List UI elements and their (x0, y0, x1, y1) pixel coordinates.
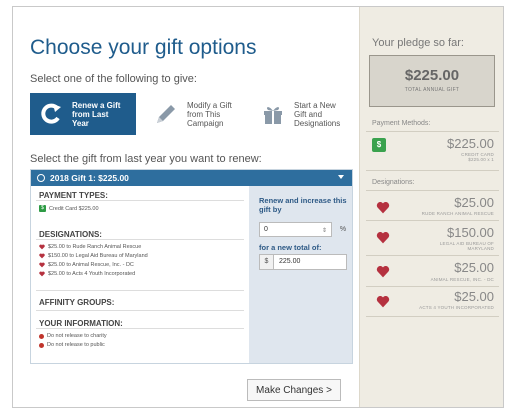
renew-controls: Renew and increase this gift by 0 ⇕ % fo… (249, 186, 352, 363)
main-content: Choose your gift options Select one of t… (13, 7, 359, 407)
heart-icon (39, 244, 45, 250)
designation-amount: $25.00 (454, 195, 494, 210)
designation-name: ANIMAL RESCUE, INC. - DC (430, 277, 494, 282)
designation-item: $150.00 to Legal Aid Bureau of Maryland (39, 253, 148, 259)
info-item: Do not release to public (39, 342, 105, 348)
heart-icon (39, 262, 45, 268)
designation-name: ACTS 4 YOUTH INCORPORATED (419, 305, 494, 310)
new-gift-label: Start a New Gift and Designations (294, 100, 341, 128)
designation-item: $25.00 to Rude Ranch Animal Rescue (39, 244, 141, 250)
make-changes-button[interactable]: Make Changes > (247, 379, 341, 401)
pledge-total-amount: $225.00 (404, 67, 460, 84)
currency-addon: $ (259, 254, 274, 270)
increase-value: 0 (264, 226, 268, 233)
payment-item-text: Credit Card $225.00 (49, 205, 99, 212)
divider (36, 239, 244, 240)
caret-down-icon (338, 175, 344, 179)
heart-icon (376, 201, 390, 214)
payment-methods-heading: Payment Methods: (372, 120, 431, 127)
renew-icon (36, 99, 66, 129)
page-title: Choose your gift options (30, 36, 257, 59)
designation-item: $25.00 to Acts 4 Youth Incorporated (39, 271, 135, 277)
gift-panel-header[interactable]: 2018 Gift 1: $225.00 (31, 170, 352, 186)
designation-text: $25.00 to Acts 4 Youth Incorporated (48, 271, 136, 277)
renew-gift-option[interactable]: Renew a Gift from Last Year (30, 93, 136, 135)
increase-percent-input[interactable]: 0 ⇕ (259, 222, 332, 237)
page-subtitle: Select one of the following to give: (30, 73, 197, 85)
percent-symbol: % (339, 226, 347, 233)
no-icon (39, 333, 44, 339)
designation-name: LEGAL AID BUREAU OF MARYLAND (439, 241, 494, 251)
pledge-sidebar: Your pledge so far: $225.00 TOTAL ANNUAL… (359, 7, 503, 407)
renew-increase-label: Renew and increase this gift by (259, 196, 347, 214)
select-gift-label: Select the gift from last year you want … (30, 153, 262, 165)
designations-heading: Designations: (372, 179, 415, 186)
gift-options-window: Choose your gift options Select one of t… (12, 6, 504, 408)
heart-icon (376, 265, 390, 278)
radio-icon (37, 174, 45, 182)
no-icon (39, 342, 44, 348)
new-total-input[interactable]: 225.00 (274, 254, 347, 270)
designation-amount: $150.00 (447, 225, 494, 240)
divider (366, 170, 499, 171)
divider (36, 328, 244, 329)
designation-text: $25.00 to Animal Rescue, Inc. - DC (48, 262, 134, 268)
pledge-total-box: $225.00 TOTAL ANNUAL GIFT (369, 55, 495, 107)
heart-icon (39, 253, 45, 259)
divider (36, 310, 244, 311)
divider (36, 200, 244, 201)
designation-amount: $25.00 (454, 260, 494, 275)
designation-text: $150.00 to Legal Aid Bureau of Maryland (48, 253, 148, 259)
pencil-icon (151, 99, 181, 129)
renew-gift-label: Renew a Gift from Last Year (72, 100, 121, 128)
modify-gift-option[interactable]: Modify a Gift from This Campaign (147, 93, 247, 135)
heart-icon (376, 295, 390, 308)
divider (366, 131, 499, 132)
gift-panel: 2018 Gift 1: $225.00 PAYMENT TYPES: $ Cr… (30, 169, 353, 364)
pledge-title: Your pledge so far: (372, 37, 464, 49)
divider (366, 190, 499, 191)
your-information-heading: YOUR INFORMATION: (39, 319, 123, 328)
designation-amount: $25.00 (454, 289, 494, 304)
designation-name: RUDE RANCH ANIMAL RESCUE (421, 211, 494, 216)
affinity-groups-heading: AFFINITY GROUPS: (39, 298, 115, 307)
pledge-total-label: TOTAL ANNUAL GIFT (404, 87, 460, 93)
info-item-text: Do not release to public (47, 342, 105, 348)
designation-text: $25.00 to Rude Ranch Animal Rescue (48, 244, 142, 250)
payment-amount: $225.00 (447, 136, 494, 151)
heart-icon (376, 231, 390, 244)
new-total-label: for a new total of: (259, 243, 322, 252)
info-item: Do not release to charity (39, 333, 107, 339)
dollar-icon: $ (39, 205, 46, 212)
divider (36, 290, 244, 291)
gift-icon (258, 99, 288, 129)
divider (366, 286, 499, 287)
payment-item: $ Credit Card $225.00 (39, 205, 99, 212)
dollar-icon: $ (372, 138, 386, 152)
divider (366, 255, 499, 256)
divider (366, 220, 499, 221)
modify-gift-label: Modify a Gift from This Campaign (187, 100, 232, 128)
payment-sub: CREDIT CARD $225.00 x 1 (461, 152, 494, 162)
new-gift-option[interactable]: Start a New Gift and Designations (254, 93, 354, 135)
heart-icon (39, 271, 45, 277)
spinner-icon[interactable]: ⇕ (322, 225, 327, 238)
gift-panel-title: 2018 Gift 1: $225.00 (50, 173, 129, 183)
payment-types-heading: PAYMENT TYPES: (39, 191, 108, 200)
divider (366, 316, 499, 317)
designations-heading: DESIGNATIONS: (39, 230, 102, 239)
info-item-text: Do not release to charity (47, 333, 107, 339)
gift-details: PAYMENT TYPES: $ Credit Card $225.00 DES… (31, 186, 249, 363)
designation-item: $25.00 to Animal Rescue, Inc. - DC (39, 262, 134, 268)
